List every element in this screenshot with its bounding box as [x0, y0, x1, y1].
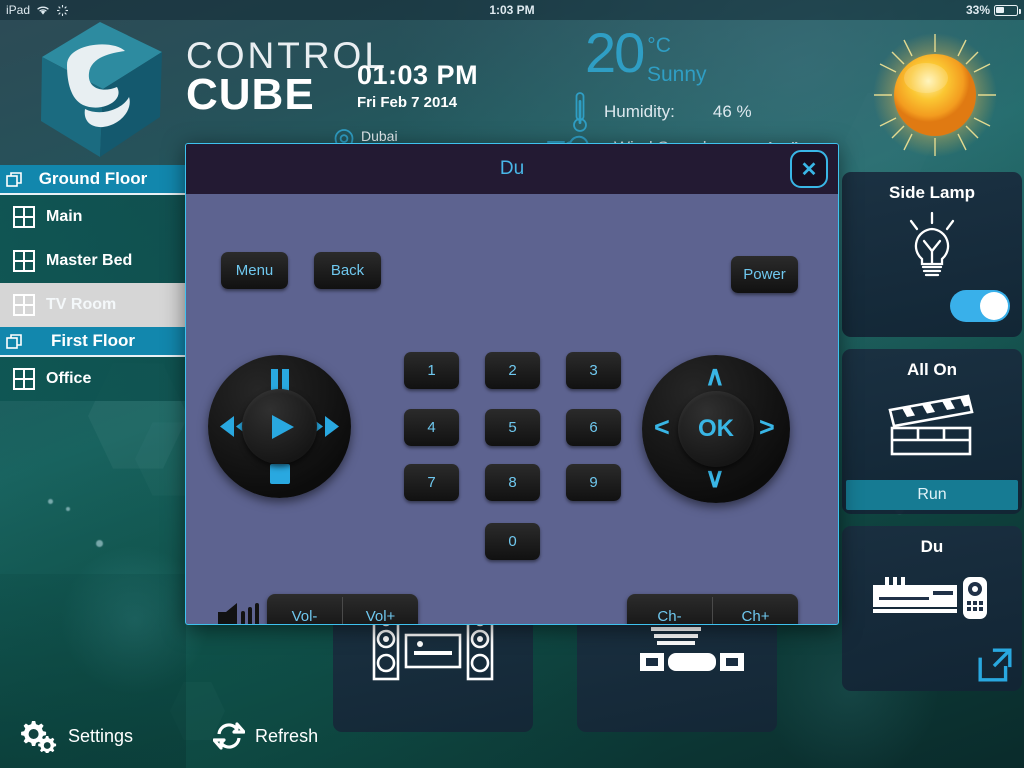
floor-room-sidebar: Ground Floor Main Master Bed TV Room Fir… — [0, 165, 186, 768]
grid-icon — [13, 294, 35, 316]
sidebar-item-label: Office — [46, 370, 92, 387]
modal-header: Du ✕ — [186, 144, 838, 194]
clapperboard-icon — [842, 388, 1022, 460]
grid-icon — [13, 206, 35, 228]
set-top-box-remote-icon — [842, 575, 1022, 621]
stop-icon[interactable] — [266, 461, 293, 487]
gears-icon — [21, 721, 57, 753]
play-icon — [266, 411, 298, 443]
keypad-key-5[interactable]: 5 — [485, 409, 540, 446]
dpad-ok-button[interactable]: OK — [678, 391, 754, 467]
dpad-right-button[interactable]: > — [759, 412, 775, 443]
play-button[interactable] — [242, 389, 317, 464]
sync-icon — [57, 4, 69, 16]
grid-icon — [13, 368, 35, 390]
scene-device-panel: Side Lamp All On Run Du — [840, 168, 1024, 768]
side-lamp-toggle[interactable] — [950, 290, 1010, 322]
control-cube-logo-icon — [41, 22, 162, 157]
floor-header-label: Ground Floor — [38, 169, 148, 188]
sidebar-item-main[interactable]: Main — [0, 195, 186, 239]
refresh-label: Refresh — [255, 725, 319, 746]
sidebar-item-master-bed[interactable]: Master Bed — [0, 239, 186, 283]
floor-header-first[interactable]: First Floor — [0, 327, 186, 357]
floor-header-ground[interactable]: Ground Floor — [0, 165, 186, 195]
keypad-key-3[interactable]: 3 — [566, 352, 621, 389]
panel-card-all-on[interactable]: All On Run — [842, 349, 1022, 514]
keypad-key-8[interactable]: 8 — [485, 464, 540, 501]
refresh-button[interactable]: Refresh — [213, 720, 318, 752]
sidebar-item-label: Master Bed — [46, 252, 133, 269]
floor-stack-icon — [6, 334, 22, 349]
dpad-wheel: ∧ ∨ < > OK — [642, 355, 790, 503]
volume-button-group: Vol- Vol+ — [267, 594, 418, 625]
keypad-key-0[interactable]: 0 — [485, 523, 540, 560]
all-on-run-button[interactable]: Run — [846, 480, 1018, 510]
channel-button-group: Ch- Ch+ — [627, 594, 798, 625]
modal-title: Du — [499, 158, 525, 179]
settings-label: Settings — [68, 725, 134, 746]
modal-body: Menu Back Power 1 2 3 4 5 6 7 8 9 0 ∧ ∨ … — [186, 194, 838, 624]
grid-icon — [13, 250, 35, 272]
keypad-key-6[interactable]: 6 — [566, 409, 621, 446]
bottom-action-bar: Settings Refresh — [0, 704, 400, 768]
volume-up-button[interactable]: Vol+ — [343, 594, 418, 625]
panel-card-title: Side Lamp — [889, 183, 975, 202]
status-right: 33% — [965, 3, 1021, 17]
panel-card-du[interactable]: Du — [842, 526, 1022, 691]
toggle-knob — [980, 292, 1008, 320]
header-date: Fri Feb 7 2014 — [357, 94, 458, 111]
wifi-icon — [37, 6, 49, 15]
transport-wheel — [208, 355, 351, 498]
ios-status-bar: iPad 1:03 PM 33% — [0, 0, 1024, 20]
channel-up-button[interactable]: Ch+ — [713, 594, 798, 625]
humidity-value: 46 % — [712, 102, 752, 121]
sidebar-item-office[interactable]: Office — [0, 357, 186, 401]
humidity-block: Humidity: 46 % — [570, 90, 752, 134]
device-label: iPad — [6, 3, 31, 17]
dpad-left-button[interactable]: < — [654, 412, 670, 443]
dpad-up-button[interactable]: ∧ — [705, 361, 725, 392]
menu-button[interactable]: Menu — [221, 252, 288, 289]
speaker-icon — [216, 602, 260, 624]
keypad-key-2[interactable]: 2 — [485, 352, 540, 389]
header-time: 01:03 PM — [357, 60, 479, 90]
temperature-value: 20 — [585, 21, 645, 84]
power-button[interactable]: Power — [731, 256, 798, 293]
sidebar-item-label: Main — [46, 208, 83, 225]
keypad-key-9[interactable]: 9 — [566, 464, 621, 501]
weather-condition: Sunny — [647, 63, 707, 86]
battery-icon — [994, 4, 1021, 16]
keypad-key-7[interactable]: 7 — [404, 464, 459, 501]
settings-button[interactable]: Settings — [18, 719, 133, 753]
status-left: iPad — [6, 3, 69, 17]
popout-icon[interactable] — [977, 647, 1013, 683]
dpad-down-button[interactable]: ∨ — [705, 463, 725, 494]
temperature-unit: °C — [647, 34, 671, 57]
panel-card-side-lamp[interactable]: Side Lamp — [842, 172, 1022, 337]
remote-control-modal: Du ✕ Menu Back Power 1 2 3 4 5 6 7 8 9 0… — [185, 143, 839, 625]
volume-down-button[interactable]: Vol- — [267, 594, 342, 625]
keypad-key-1[interactable]: 1 — [404, 352, 459, 389]
clock-block: 01:03 PM Fri Feb 7 2014 — [357, 60, 478, 111]
sun-icon — [873, 33, 997, 157]
back-button[interactable]: Back — [314, 252, 381, 289]
temperature-block: 20 °C Sunny — [585, 21, 707, 87]
panel-card-title: Du — [920, 537, 944, 556]
panel-card-title: All On — [906, 360, 958, 379]
refresh-icon — [213, 722, 246, 750]
floor-stack-icon — [6, 172, 22, 187]
close-icon[interactable]: ✕ — [790, 150, 828, 188]
battery-percent-label: 33% — [965, 3, 990, 17]
lightbulb-icon — [842, 211, 1022, 283]
sidebar-item-tv-room[interactable]: TV Room — [0, 283, 186, 327]
floor-header-label: First Floor — [50, 331, 136, 350]
channel-down-button[interactable]: Ch- — [627, 594, 712, 625]
status-clock: 1:03 PM — [489, 3, 535, 17]
thermometer-icon — [573, 92, 587, 132]
sidebar-item-label: TV Room — [46, 296, 117, 313]
keypad-key-4[interactable]: 4 — [404, 409, 459, 446]
humidity-label: Humidity: — [604, 102, 675, 121]
